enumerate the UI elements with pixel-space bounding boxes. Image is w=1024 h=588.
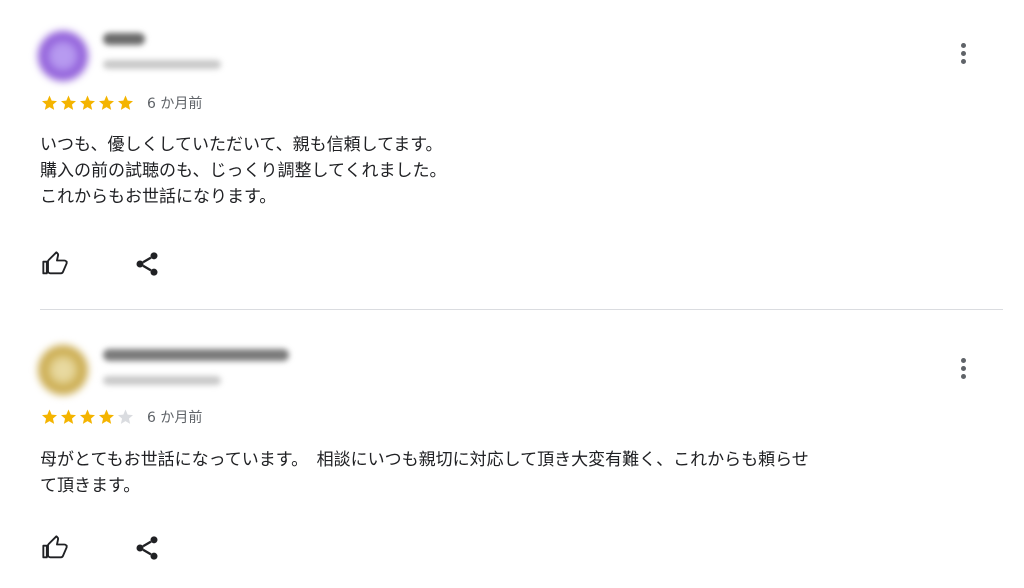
review-text: いつも、優しくしていただいて、親も信頼してます。 購入の前の試聴のも、じっくり調…	[40, 135, 447, 207]
thumb-up-icon	[42, 251, 68, 275]
star-empty-icon	[118, 409, 133, 424]
more-vert-icon-dot	[960, 50, 966, 56]
review-divider	[40, 309, 1003, 310]
share-icon	[136, 252, 158, 276]
star-filled-icon	[99, 95, 114, 110]
star-filled-icon	[99, 409, 114, 424]
more-vert-icon	[960, 357, 966, 363]
more-vert-icon-dot	[960, 58, 966, 64]
more-options-button[interactable]	[951, 38, 975, 68]
reviewer-name-redacted[interactable]	[103, 33, 145, 45]
star-filled-icon	[61, 409, 76, 424]
reviewer-name-redacted[interactable]	[103, 349, 289, 361]
share-button[interactable]	[132, 533, 162, 563]
review-time: 6 か月前	[147, 96, 203, 112]
star-rating	[40, 408, 135, 426]
review-time: 6 か月前	[147, 410, 203, 426]
more-vert-icon-dot	[960, 365, 966, 371]
reviewer-avatar[interactable]	[38, 345, 88, 395]
reviewer-meta-redacted	[103, 376, 221, 385]
more-options-button[interactable]	[951, 353, 975, 383]
more-vert-icon	[960, 42, 966, 48]
share-icon	[136, 536, 158, 560]
star-filled-icon	[61, 95, 76, 110]
rating-row: 6 か月前	[40, 94, 202, 112]
more-vert-icon-dot	[960, 373, 966, 379]
star-filled-icon	[80, 409, 95, 424]
star-filled-icon	[118, 95, 133, 110]
reviewer-meta-redacted	[103, 60, 221, 69]
rating-row: 6 か月前	[40, 408, 202, 426]
thumb-up-icon	[42, 535, 68, 559]
star-rating	[40, 94, 135, 112]
star-filled-icon	[42, 409, 57, 424]
share-button[interactable]	[132, 249, 162, 279]
reviewer-avatar[interactable]	[38, 31, 88, 81]
like-button[interactable]	[40, 249, 70, 279]
like-button[interactable]	[40, 533, 70, 563]
review-text: 母がとてもお世話になっています。 相談にいつも親切に対応して頂き大変有難く、これ…	[40, 450, 809, 496]
star-filled-icon	[42, 95, 57, 110]
star-filled-icon	[80, 95, 95, 110]
